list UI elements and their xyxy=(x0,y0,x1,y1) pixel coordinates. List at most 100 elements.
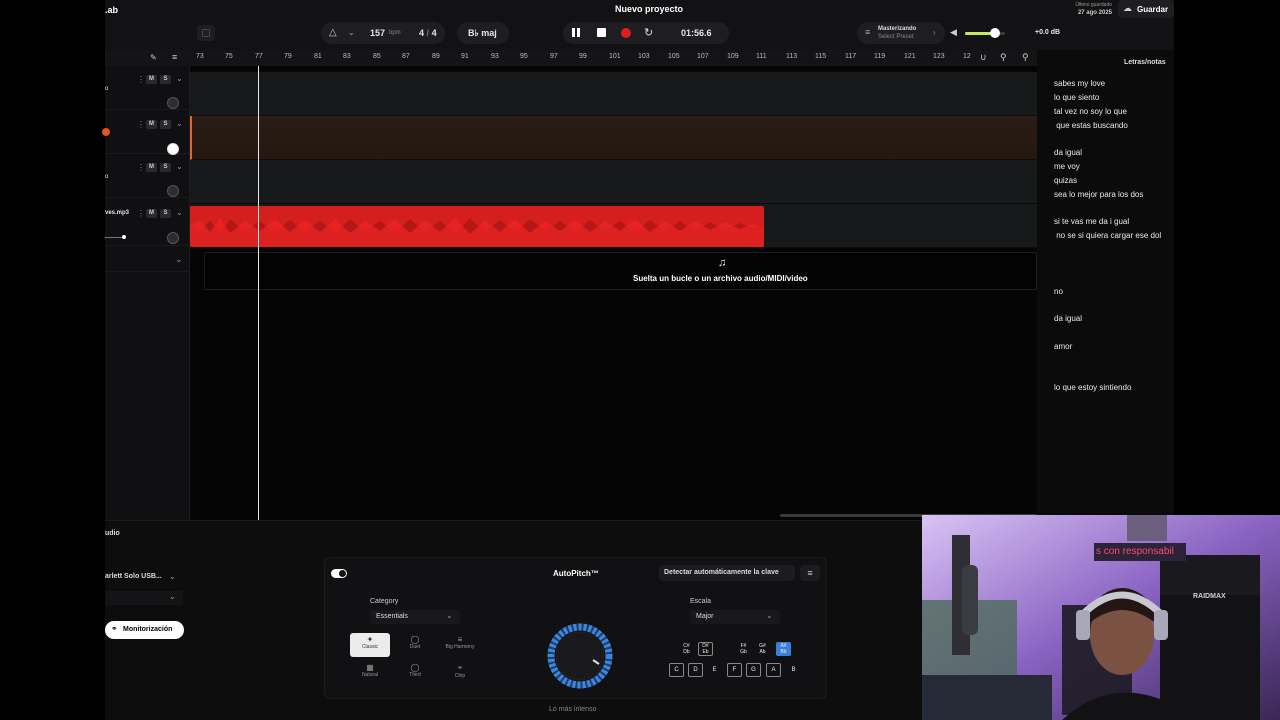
chevron-down-icon[interactable]: ⌄ xyxy=(175,254,183,265)
mute-button[interactable]: M xyxy=(146,163,157,172)
audio-clip[interactable] xyxy=(190,206,764,247)
chevron-down-icon[interactable]: ⌄ xyxy=(176,208,183,217)
solo-button[interactable]: S xyxy=(160,75,171,84)
grid-button[interactable] xyxy=(197,25,215,41)
lyric-line[interactable]: lo que siento xyxy=(1054,93,1099,102)
lyric-line[interactable]: me voy xyxy=(1054,162,1080,171)
mode-classic[interactable]: ✦ Classic xyxy=(350,633,390,657)
lyric-line[interactable]: sea lo mejor para los dos xyxy=(1054,190,1143,199)
mode-duet[interactable]: ◯ Duet xyxy=(395,633,435,657)
key-f[interactable]: F xyxy=(727,663,742,677)
project-title[interactable]: Nuevo proyecto xyxy=(615,4,683,14)
track-lane-selected[interactable] xyxy=(190,116,1037,160)
plugin-toggle[interactable] xyxy=(331,569,347,578)
key-c-sharp[interactable]: C# Db xyxy=(679,642,694,656)
add-track-row[interactable]: ⌄ xyxy=(105,250,190,272)
stop-icon[interactable] xyxy=(597,28,606,37)
pause-icon[interactable] xyxy=(572,28,575,37)
playhead[interactable] xyxy=(258,66,259,520)
track-header[interactable]: ves.mp3 ⋮ M S ⌄ xyxy=(105,198,190,246)
key-g[interactable]: G xyxy=(746,663,761,677)
lyric-line[interactable]: da igual xyxy=(1054,148,1082,157)
monitor-button[interactable]: ⚭ Monitorización xyxy=(105,621,184,639)
channel-select[interactable]: ⌄ xyxy=(105,591,183,605)
track-lane[interactable] xyxy=(190,72,1037,116)
magnet-icon[interactable]: ∪ xyxy=(980,52,987,63)
lyric-line[interactable]: quizas xyxy=(1054,176,1077,185)
lyric-line[interactable]: si te vas me da i gual xyxy=(1054,217,1129,226)
track-header[interactable]: ⋮ M S ⌄ xyxy=(102,110,190,155)
volume-knob[interactable] xyxy=(167,185,179,197)
solo-button[interactable]: S xyxy=(160,163,171,172)
solo-button[interactable]: S xyxy=(160,120,171,129)
key-g-sharp[interactable]: G# Ab xyxy=(755,642,770,656)
key-d[interactable]: D xyxy=(688,663,703,677)
key-a[interactable]: A xyxy=(766,663,781,677)
key-f-sharp[interactable]: F# Gb xyxy=(736,642,751,656)
record-arm-icon[interactable] xyxy=(102,128,110,136)
bpm-value[interactable]: 157 xyxy=(370,28,385,38)
more-icon[interactable]: ⋮ xyxy=(137,75,145,84)
mode-third[interactable]: ◯ Third xyxy=(395,661,435,685)
timeline-ruler[interactable]: 73 75 77 79 81 83 85 87 89 91 93 95 97 9… xyxy=(190,50,1037,66)
chevron-down-icon[interactable]: ⌄ xyxy=(176,74,183,83)
volume-slider[interactable] xyxy=(965,28,1005,38)
solo-button[interactable]: S xyxy=(160,209,171,218)
tracks-settings-icon[interactable]: ≡ xyxy=(172,52,177,62)
lyric-line[interactable]: tal vez no soy lo que xyxy=(1054,107,1127,116)
drop-zone[interactable]: ♫ Suelta un bucle o un archivo audio/MID… xyxy=(204,252,1037,290)
speaker-icon[interactable]: ◀ xyxy=(950,27,957,38)
mute-button[interactable]: M xyxy=(146,75,157,84)
more-icon[interactable]: ⋮ xyxy=(137,120,145,129)
scale-select[interactable]: Major ⌄ xyxy=(690,610,780,624)
chevron-down-icon[interactable]: ⌄ xyxy=(176,162,183,171)
more-icon[interactable]: ⋮ xyxy=(137,163,145,172)
track-header[interactable]: o ⋮ M S ⌄ xyxy=(105,66,190,110)
mode-natural[interactable]: ▦ Natural xyxy=(350,661,390,685)
save-button[interactable]: ☁ Guardar xyxy=(1118,0,1174,18)
arrange-view[interactable]: ♫ Suelta un bucle o un archivo audio/MID… xyxy=(190,66,1037,520)
pan-knob[interactable] xyxy=(122,235,126,239)
key-e[interactable]: E xyxy=(707,663,722,677)
intensity-knob[interactable] xyxy=(532,620,628,704)
volume-knob[interactable] xyxy=(167,97,179,109)
input-device-select[interactable]: arlett Solo USB... ⌄ xyxy=(105,570,183,584)
track-header[interactable]: o ⋮ M S ⌄ xyxy=(105,154,190,198)
bar-number: 121 xyxy=(904,53,916,60)
loop-icon[interactable]: ↻ xyxy=(644,26,653,39)
lyric-line[interactable]: sabes my love xyxy=(1054,79,1105,88)
lyrics-panel[interactable]: Letras/notas sabes my love lo que siento… xyxy=(1037,50,1174,515)
lyric-line[interactable]: amor xyxy=(1054,342,1072,351)
key-a-sharp[interactable]: A# Bb xyxy=(776,642,791,656)
detect-key-button[interactable]: Detectar automáticamente la clave xyxy=(659,565,795,581)
zoom-out-icon[interactable]: ⚲ xyxy=(1000,52,1007,63)
lyric-line[interactable]: no se si quiera cargar ese dol xyxy=(1054,231,1161,240)
key-pill[interactable]: B♭ maj xyxy=(457,22,509,44)
lyric-line[interactable]: no xyxy=(1054,287,1063,296)
mode-big-harmony[interactable]: ≡ Big Harmony xyxy=(440,633,480,657)
key-b[interactable]: B xyxy=(786,663,801,677)
key-c[interactable]: C xyxy=(669,663,684,677)
track-lane[interactable] xyxy=(190,160,1037,204)
lyric-line[interactable]: que estas buscando xyxy=(1054,121,1128,130)
bar-number: 97 xyxy=(550,53,558,60)
record-icon[interactable] xyxy=(621,28,631,38)
metronome-icon[interactable]: △ xyxy=(329,27,337,38)
mode-chip[interactable]: ⌖ Chip xyxy=(440,661,480,685)
time-signature[interactable]: 4 / 4 xyxy=(419,28,437,38)
volume-knob[interactable] xyxy=(990,28,1000,38)
chevron-down-icon[interactable]: ⌄ xyxy=(176,119,183,128)
mute-button[interactable]: M xyxy=(146,209,157,218)
key-d-sharp[interactable]: D# Eb xyxy=(698,642,713,656)
lyric-line[interactable]: lo que estoy sintiendo xyxy=(1054,383,1131,392)
chevron-down-icon[interactable]: ⌄ xyxy=(348,28,355,37)
volume-knob[interactable] xyxy=(167,232,179,244)
zoom-in-icon[interactable]: ⚲ xyxy=(1022,52,1029,63)
mastering-pill[interactable]: ≡ Masterizando Select Preset › xyxy=(857,22,945,44)
plugin-settings-icon[interactable]: ≡ xyxy=(800,565,820,581)
mute-button[interactable]: M xyxy=(146,120,157,129)
category-select[interactable]: Essentials ⌄ xyxy=(370,610,460,624)
pencil-icon[interactable]: ✎ xyxy=(150,53,157,62)
more-icon[interactable]: ⋮ xyxy=(137,209,145,218)
lyric-line[interactable]: da igual xyxy=(1054,314,1082,323)
